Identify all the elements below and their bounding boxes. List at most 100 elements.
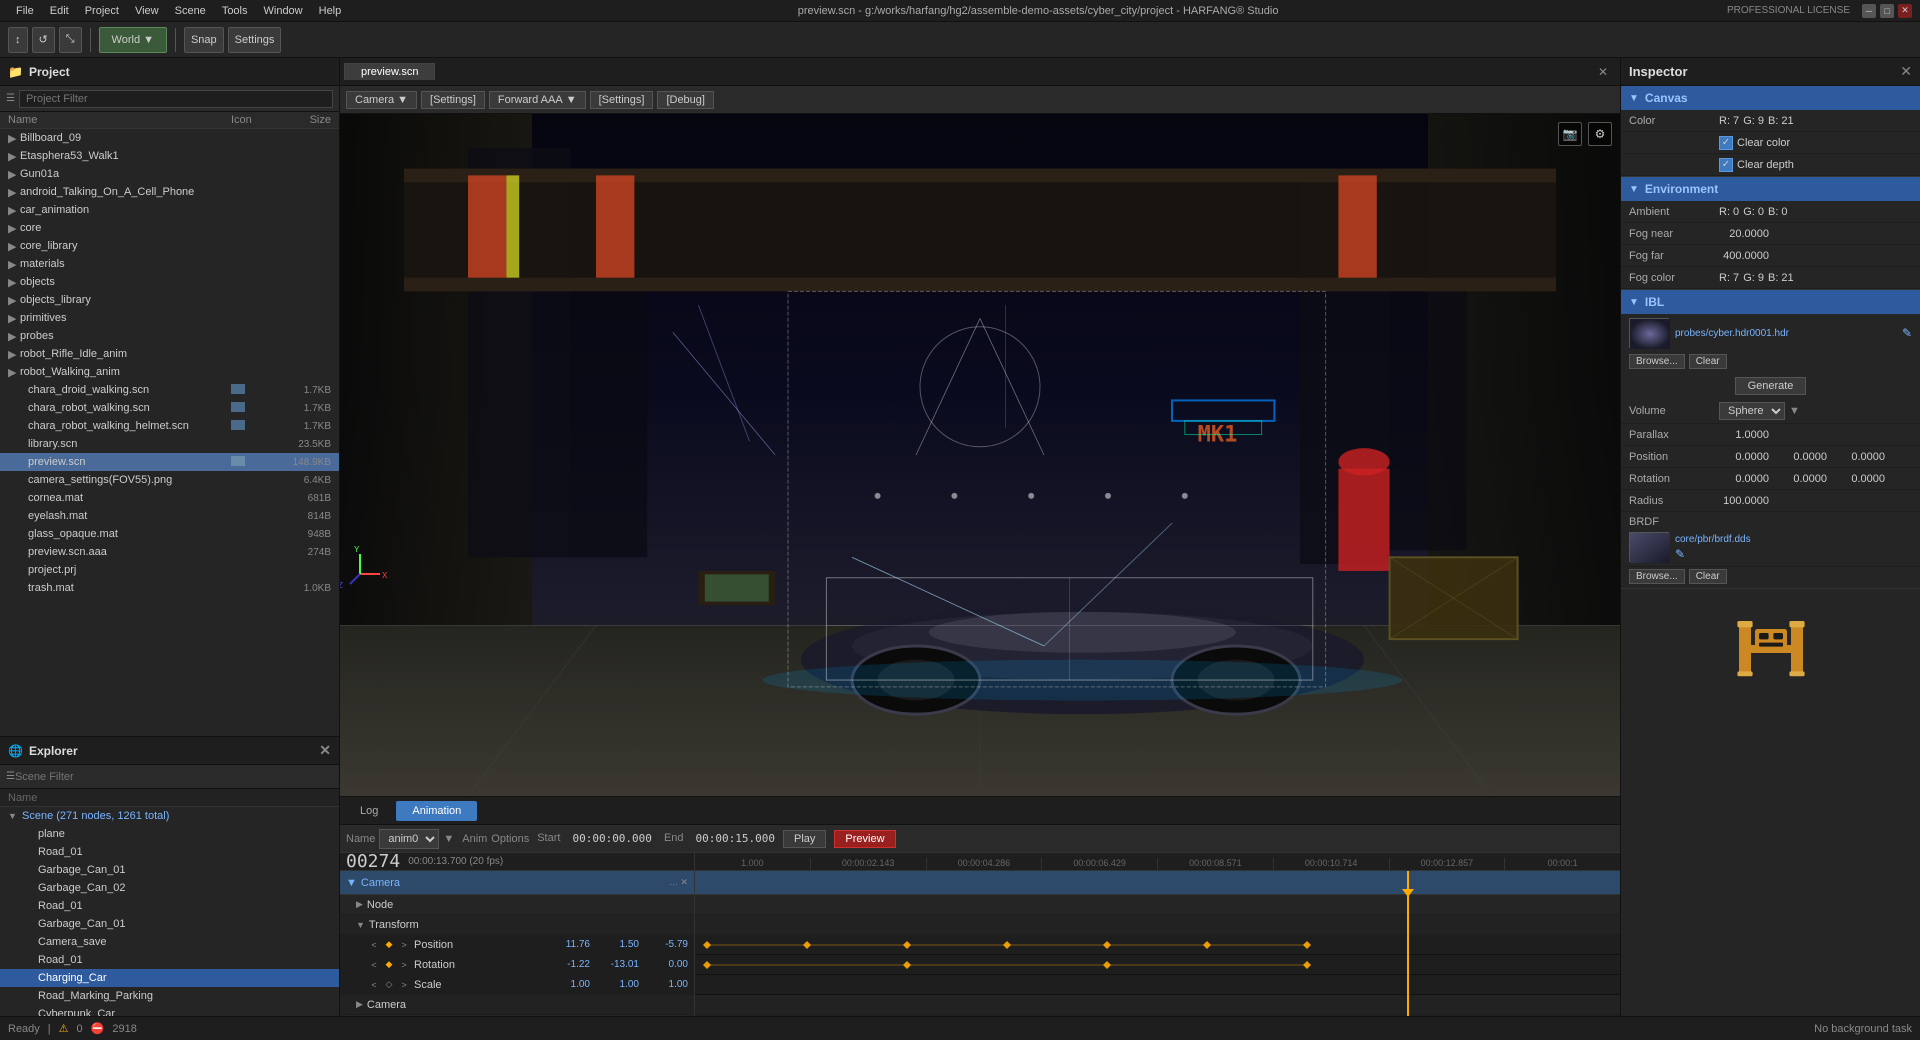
list-item[interactable]: glass_opaque.mat 948B xyxy=(0,525,339,543)
clear-color-checkbox[interactable]: ✓ xyxy=(1719,136,1733,150)
list-item[interactable]: ▶car_animation xyxy=(0,201,339,219)
preview-button[interactable]: Preview xyxy=(834,830,895,848)
kf-scale-next-button[interactable]: > xyxy=(398,980,410,990)
transform-rotate-button[interactable]: ↺ xyxy=(32,27,55,53)
track-close-icon[interactable]: … ✕ xyxy=(669,877,688,888)
transform-translate-button[interactable]: ↕ xyxy=(8,27,28,53)
list-item[interactable]: ▶objects xyxy=(0,273,339,291)
scene-node[interactable]: Camera_save xyxy=(0,933,339,951)
scene-node[interactable]: Garbage_Can_01 xyxy=(0,861,339,879)
viewport[interactable]: MK1 X Y Z xyxy=(340,114,1620,796)
kf-rot-add-button[interactable]: ◆ xyxy=(383,959,395,970)
viewport-camera-icon[interactable]: 📷 xyxy=(1558,122,1582,146)
menu-tools[interactable]: Tools xyxy=(214,3,256,19)
anim-name-dropdown[interactable]: anim0 xyxy=(379,829,439,849)
brdf-edit-icon[interactable]: ✎ xyxy=(1675,547,1685,561)
ibl-edit-icon[interactable]: ✎ xyxy=(1902,326,1912,340)
list-item[interactable]: chara_robot_walking_helmet.scn 1.7KB xyxy=(0,417,339,435)
transform-scale-button[interactable]: ⤡ xyxy=(59,27,82,53)
ibl-clear-button[interactable]: Clear xyxy=(1689,354,1727,369)
menu-edit[interactable]: Edit xyxy=(42,3,77,19)
animation-tab[interactable]: Animation xyxy=(396,801,477,821)
settings-button[interactable]: Settings xyxy=(228,27,282,53)
scene-root-node[interactable]: ▼ Scene (271 nodes, 1261 total) xyxy=(0,807,339,825)
list-item[interactable]: ▶Etasphera53_Walk1 xyxy=(0,147,339,165)
track-row-rotation[interactable]: < ◆ > Rotation -1.22 -13.01 0.00 xyxy=(340,955,694,975)
snap-button[interactable]: Snap xyxy=(184,27,224,53)
scene-node[interactable]: Road_Marking_Parking xyxy=(0,987,339,1005)
list-item[interactable]: ▶robot_Walking_anim xyxy=(0,363,339,381)
camera-settings-button[interactable]: [Settings] xyxy=(421,91,485,109)
menu-file[interactable]: File xyxy=(8,3,42,19)
log-tab[interactable]: Log xyxy=(344,801,394,821)
debug-button[interactable]: [Debug] xyxy=(657,91,714,109)
environment-section-header[interactable]: ▼ Environment xyxy=(1621,177,1920,201)
scene-filter-input[interactable] xyxy=(15,771,333,783)
list-item[interactable]: ▶probes xyxy=(0,327,339,345)
list-item[interactable]: camera_settings(FOV55).png 6.4KB xyxy=(0,471,339,489)
list-item[interactable]: project.prj xyxy=(0,561,339,579)
clear-depth-checkbox[interactable]: ✓ xyxy=(1719,158,1733,172)
list-item[interactable]: ▶primitives xyxy=(0,309,339,327)
track-row-position[interactable]: < ◆ > Position 11.76 1.50 -5.79 xyxy=(340,935,694,955)
kf-next-button[interactable]: > xyxy=(398,940,410,950)
timeline-playhead[interactable] xyxy=(1407,871,1409,1016)
project-filter-input[interactable] xyxy=(19,90,333,108)
list-item[interactable]: preview.scn.aaa 274B xyxy=(0,543,339,561)
viewport-tab-preview[interactable]: preview.scn xyxy=(344,63,435,80)
minimize-button[interactable]: ─ xyxy=(1862,4,1876,18)
kf-scale-add-button[interactable]: ◇ xyxy=(383,979,395,990)
scene-node[interactable]: Garbage_Can_01 xyxy=(0,915,339,933)
world-mode-button[interactable]: World ▼ xyxy=(99,27,167,53)
scene-node[interactable]: Road_01 xyxy=(0,951,339,969)
track-header-camera[interactable]: ▼ Camera … ✕ xyxy=(340,871,694,895)
scene-node[interactable]: Garbage_Can_02 xyxy=(0,879,339,897)
menu-help[interactable]: Help xyxy=(311,3,350,19)
render-mode-button[interactable]: Forward AAA ▼ xyxy=(489,91,586,109)
list-item[interactable]: ▶core xyxy=(0,219,339,237)
anim-options-btn[interactable]: Options xyxy=(491,833,529,845)
kf-rot-next-button[interactable]: > xyxy=(398,960,410,970)
scene-node[interactable]: Road_01 xyxy=(0,897,339,915)
list-item[interactable]: library.scn 23.5KB xyxy=(0,435,339,453)
scene-node[interactable]: Cyberpunk_Car xyxy=(0,1005,339,1016)
list-item[interactable]: ▶materials xyxy=(0,255,339,273)
track-row-transform[interactable]: ▼ Transform xyxy=(340,915,694,935)
list-item[interactable]: chara_robot_walking.scn 1.7KB xyxy=(0,399,339,417)
list-item[interactable]: chara_droid_walking.scn 1.7KB xyxy=(0,381,339,399)
scene-node-charging-car[interactable]: Charging_Car xyxy=(0,969,339,987)
track-row-node[interactable]: ▶ Node xyxy=(340,895,694,915)
kf-add-button[interactable]: ◆ xyxy=(383,939,395,950)
list-item[interactable]: ▶objects_library xyxy=(0,291,339,309)
viewport-settings-icon[interactable]: ⚙ xyxy=(1588,122,1612,146)
list-item[interactable]: ▶robot_Rifle_Idle_anim xyxy=(0,345,339,363)
list-item[interactable]: ▶Billboard_09 xyxy=(0,129,339,147)
canvas-section-header[interactable]: ▼ Canvas xyxy=(1621,86,1920,110)
menu-view[interactable]: View xyxy=(127,3,167,19)
menu-scene[interactable]: Scene xyxy=(167,3,214,19)
render-settings-button[interactable]: [Settings] xyxy=(590,91,654,109)
scene-node[interactable]: Road_01 xyxy=(0,843,339,861)
close-button[interactable]: ✕ xyxy=(1898,4,1912,18)
track-row-camera-sub[interactable]: ▶ Camera xyxy=(340,995,694,1015)
menu-project[interactable]: Project xyxy=(77,3,127,19)
brdf-browse-button[interactable]: Browse... xyxy=(1629,569,1685,584)
explorer-close-button[interactable]: ✕ xyxy=(319,742,331,759)
play-button[interactable]: Play xyxy=(783,830,826,848)
maximize-button[interactable]: □ xyxy=(1880,4,1894,18)
inspector-close-button[interactable]: ✕ xyxy=(1900,63,1912,80)
menu-window[interactable]: Window xyxy=(256,3,311,19)
kf-scale-prev-button[interactable]: < xyxy=(368,980,380,990)
kf-rot-prev-button[interactable]: < xyxy=(368,960,380,970)
track-row-scale[interactable]: < ◇ > Scale 1.00 1.00 1.00 xyxy=(340,975,694,995)
generate-button[interactable]: Generate xyxy=(1735,377,1807,395)
brdf-clear-button[interactable]: Clear xyxy=(1689,569,1727,584)
list-item[interactable]: ▶android_Talking_On_A_Cell_Phone xyxy=(0,183,339,201)
list-item[interactable]: ▶Gun01a xyxy=(0,165,339,183)
list-item[interactable]: eyelash.mat 814B xyxy=(0,507,339,525)
ibl-section-header[interactable]: ▼ IBL xyxy=(1621,290,1920,314)
list-item-preview-scn[interactable]: preview.scn 148.9KB xyxy=(0,453,339,471)
viewport-tab-close[interactable]: ✕ xyxy=(1590,61,1616,83)
list-item[interactable]: cornea.mat 681B xyxy=(0,489,339,507)
volume-dropdown[interactable]: Sphere xyxy=(1719,402,1785,420)
